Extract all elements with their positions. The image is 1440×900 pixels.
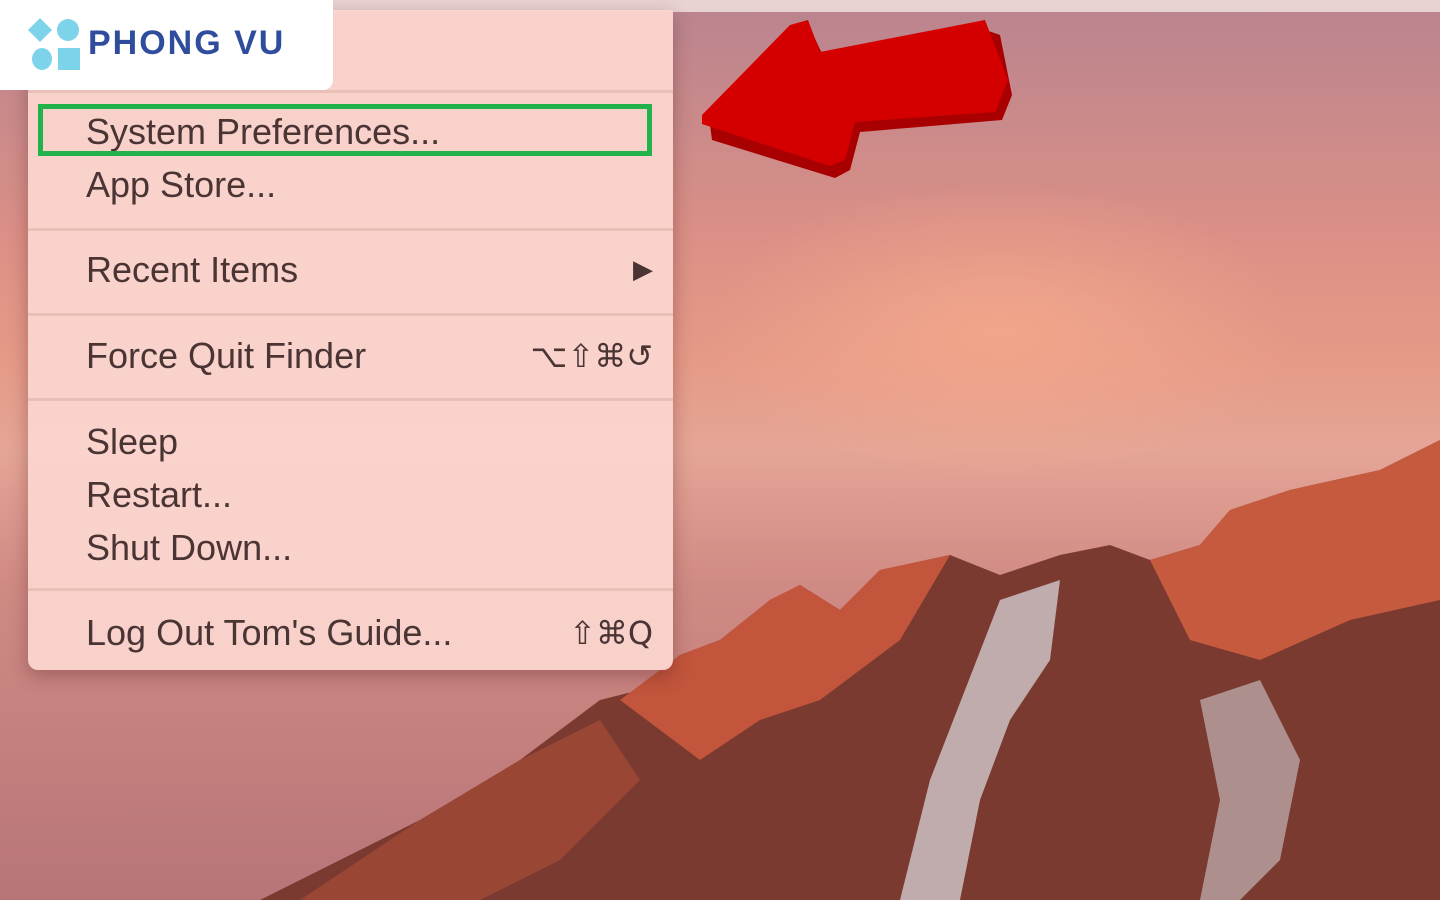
red-arrow-icon — [702, 20, 1012, 178]
apple-menu: ac System Preferences... App Store... Re… — [28, 10, 673, 670]
menu-item-sleep[interactable]: Sleep — [86, 417, 653, 467]
logo-text: PHONG VU — [88, 24, 286, 62]
shortcut-label: ⌥⇧⌘↺ — [530, 337, 654, 375]
logo-icon — [28, 18, 80, 70]
menu-separator — [28, 228, 673, 231]
submenu-arrow-icon: ▶ — [633, 255, 653, 285]
phong-vu-logo: PHONG VU — [0, 0, 333, 90]
menu-separator — [28, 313, 673, 316]
menu-item-app-store[interactable]: App Store... — [86, 160, 653, 210]
highlight-box — [38, 104, 652, 156]
menu-separator — [28, 588, 673, 591]
shortcut-label: ⇧⌘Q — [569, 614, 653, 652]
menu-item-log-out[interactable]: Log Out Tom's Guide... ⇧⌘Q — [86, 608, 653, 658]
menu-separator — [28, 90, 673, 93]
menu-item-restart[interactable]: Restart... — [86, 470, 653, 520]
menu-item-shut-down[interactable]: Shut Down... — [86, 523, 653, 573]
menu-item-force-quit[interactable]: Force Quit Finder ⌥⇧⌘↺ — [86, 331, 653, 381]
menu-item-recent-items[interactable]: Recent Items ▶ — [86, 245, 653, 295]
menu-separator — [28, 398, 673, 401]
